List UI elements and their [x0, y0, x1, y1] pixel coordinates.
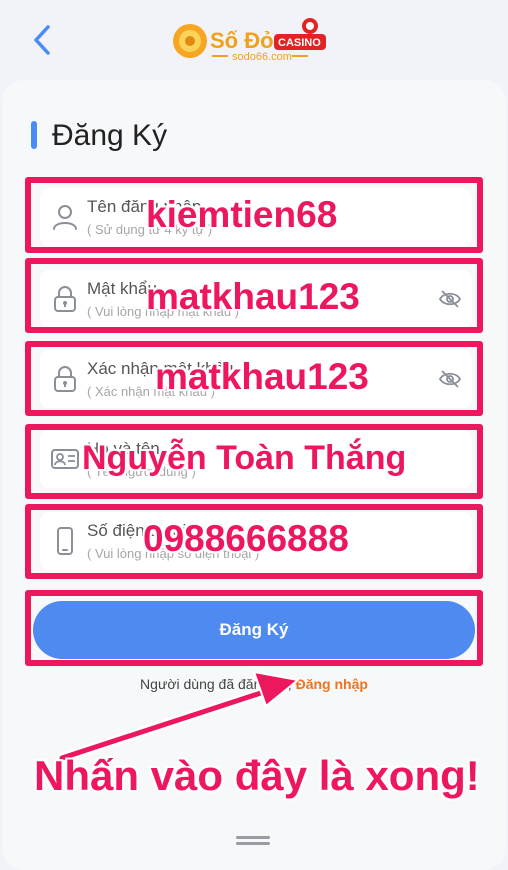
- confirm-password-value: matkhau123: [155, 356, 369, 397]
- phone-field[interactable]: Số điện thoại ( Vui lòng nhập số điện th…: [40, 512, 472, 570]
- logo-badge-text: CASINO: [278, 37, 321, 49]
- back-arrow-icon[interactable]: [28, 22, 58, 58]
- username-value: kiemtien68: [146, 194, 338, 235]
- full-name-value: Nguyễn Toàn Thắng: [82, 439, 407, 477]
- title-accent-bar: [31, 121, 37, 149]
- password-value: matkhau123: [146, 276, 360, 317]
- page-title: Đăng Ký: [52, 119, 168, 152]
- top-bar: Số Đỏ CASINO sodo66.com: [0, 0, 508, 80]
- lock-icon: [54, 286, 76, 312]
- phone-icon: [57, 527, 73, 555]
- register-button[interactable]: Đăng Ký: [33, 601, 475, 659]
- login-link[interactable]: Đăng nhập: [296, 676, 368, 692]
- lock-icon: [54, 366, 76, 392]
- logo-sub-text: sodo66.com: [232, 51, 292, 63]
- username-field[interactable]: Tên đăng nhập ( Sử dụng từ 4 ký tự ) kie…: [40, 188, 472, 246]
- brand-logo: Số Đỏ CASINO sodo66.com: [173, 18, 326, 63]
- phone-value: 0988666888: [143, 518, 349, 559]
- password-field[interactable]: Mật khẩu ( Vui lòng nhập mật khẩu ) matk…: [40, 270, 472, 328]
- confirm-password-field[interactable]: Xác nhận mật khẩu ( Xác nhận mật khẩu ) …: [40, 350, 472, 408]
- eye-off-icon[interactable]: [438, 288, 462, 310]
- login-prompt-text: Người dùng đã đăng kí ,: [140, 676, 292, 692]
- id-card-icon: [51, 449, 79, 469]
- eye-off-icon[interactable]: [438, 368, 462, 390]
- login-prompt-line: Người dùng đã đăng kí , Đăng nhập: [0, 676, 508, 692]
- instruction-caption: Nhấn vào đây là xong!: [34, 752, 480, 799]
- full-name-field[interactable]: Họ và tên ( Tên người dùng ) Nguyễn Toàn…: [40, 430, 472, 488]
- logo-main-text: Số Đỏ: [210, 28, 274, 53]
- user-icon: [53, 205, 77, 230]
- home-indicator[interactable]: [234, 836, 272, 846]
